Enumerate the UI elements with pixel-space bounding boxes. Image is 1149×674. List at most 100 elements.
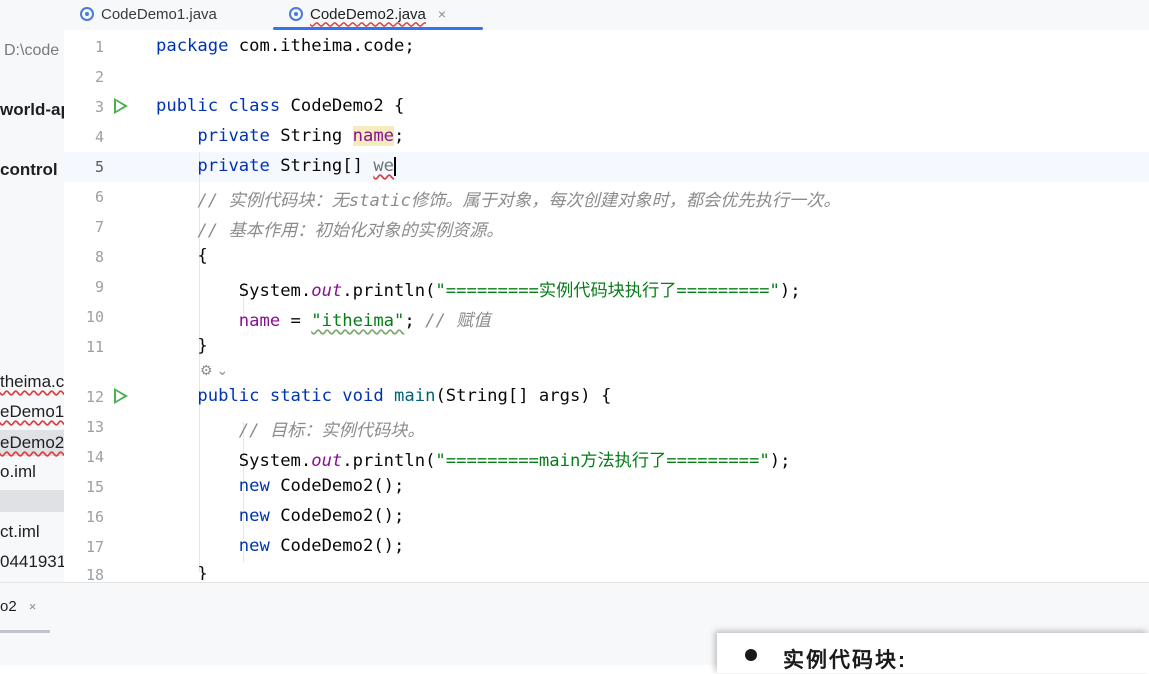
code-line-14[interactable]: System.out.println("=========main方法执行了==…	[156, 446, 791, 471]
slide-overlay: 实例代码块:	[717, 633, 1149, 673]
close-run-tab-icon[interactable]: ×	[29, 599, 37, 614]
keyword: package	[156, 36, 229, 56]
run-tab-label: o2	[0, 598, 17, 615]
close-tab-icon[interactable]: ×	[438, 6, 446, 22]
code-line-11[interactable]: }	[156, 336, 208, 356]
code-text: String[]	[269, 156, 374, 176]
code-line-6[interactable]: // 实例代码块：无static修饰。属于对象，每次创建对象时，都会优先执行一次…	[156, 186, 841, 211]
code-text: }	[197, 336, 208, 356]
tab-codedemo2[interactable]: CodeDemo2.java ×	[289, 0, 446, 28]
line-number: 5	[94, 158, 104, 176]
tab-label: CodeDemo1.java	[101, 5, 217, 23]
line-number: 15	[85, 478, 104, 496]
line-number: 13	[85, 418, 104, 436]
code-line-5[interactable]: private String[] we	[156, 156, 397, 176]
code-line-15[interactable]: new CodeDemo2();	[156, 476, 405, 496]
code-text: );	[779, 281, 801, 301]
method-name: main	[394, 386, 436, 406]
code-text: CodeDemo2 {	[280, 96, 405, 116]
static-field: out	[311, 281, 343, 301]
code-line-1[interactable]: package com.itheima.code;	[156, 36, 415, 56]
string-literal: "=========实例代码块执行了========="	[435, 281, 780, 301]
run-main-icon[interactable]	[114, 388, 128, 404]
keyword: private	[197, 126, 270, 146]
code-line-4[interactable]: private String name;	[156, 126, 404, 146]
line-number: 4	[94, 128, 104, 146]
project-item-package[interactable]: control	[0, 160, 58, 180]
text-caret	[394, 156, 397, 176]
active-tab-indicator	[273, 27, 483, 30]
code-text: String	[269, 126, 353, 146]
line-number: 9	[94, 278, 104, 296]
java-class-icon	[289, 7, 303, 21]
tab-codedemo1[interactable]: CodeDemo1.java	[80, 0, 217, 28]
run-class-icon[interactable]	[114, 98, 128, 114]
line-number: 8	[94, 248, 104, 266]
code-line-16[interactable]: new CodeDemo2();	[156, 506, 405, 526]
project-item-codedemo2[interactable]: eDemo2	[0, 430, 64, 456]
comment: // 目标：实例代码块。	[238, 421, 425, 441]
code-vision-hint[interactable]: ⚙ ⌄	[200, 362, 228, 379]
project-item-blank-selected	[0, 490, 64, 512]
line-number: 3	[94, 98, 104, 116]
code-line-9[interactable]: System.out.println("=========实例代码块执行了===…	[156, 276, 801, 301]
typing-text: we	[373, 156, 395, 176]
comment: // 赋值	[425, 311, 491, 331]
java-class-icon	[80, 7, 94, 21]
project-item-number[interactable]: 04419318	[0, 552, 64, 572]
comment: // 实例代码块：无static修饰。属于对象，每次创建对象时，都会优先执行一次…	[197, 191, 841, 211]
bullet-icon	[745, 649, 757, 661]
code-line-17[interactable]: new CodeDemo2();	[156, 536, 405, 556]
line-number: 16	[85, 508, 104, 526]
keyword: private	[197, 156, 270, 176]
code-text: .println(	[342, 281, 436, 301]
code-text: ;	[394, 126, 405, 146]
code-text: }	[197, 564, 208, 580]
project-panel: D:\code world-ap control theima.co eDemo…	[0, 30, 64, 582]
project-item-iml[interactable]: o.iml	[0, 462, 36, 482]
string-literal: "itheima"	[311, 311, 405, 331]
line-number: 14	[85, 448, 104, 466]
project-item-package-itheima[interactable]: theima.co	[0, 372, 64, 392]
code-line-10[interactable]: name = "itheima"; // 赋值	[156, 306, 491, 331]
string-literal: "=========main方法执行了========="	[435, 451, 770, 471]
keyword: new	[238, 536, 270, 556]
code-line-13[interactable]: // 目标：实例代码块。	[156, 416, 425, 441]
code-line-8[interactable]: {	[156, 246, 208, 266]
code-text: ;	[404, 311, 426, 331]
run-tab-indicator	[0, 630, 50, 633]
run-tab[interactable]: o2 ×	[0, 598, 36, 615]
project-item-project-iml[interactable]: ct.iml	[0, 522, 40, 542]
code-line-3[interactable]: public class CodeDemo2 {	[156, 96, 404, 116]
code-line-18[interactable]: }	[156, 564, 208, 580]
code-text: com.itheima.code;	[228, 36, 415, 56]
code-text: );	[769, 451, 791, 471]
line-number: 11	[85, 338, 104, 356]
code-text: System.	[238, 281, 312, 301]
line-number: 2	[94, 68, 104, 86]
field-name: name	[238, 311, 281, 331]
code-text: CodeDemo2();	[269, 536, 405, 556]
code-text: .println(	[342, 451, 436, 471]
keyword: new	[238, 506, 270, 526]
line-number: 18	[85, 566, 104, 580]
slide-title: 实例代码块:	[783, 649, 907, 672]
code-text: =	[280, 311, 312, 331]
keyword: public class	[156, 96, 281, 116]
line-number: 17	[85, 538, 104, 556]
code-line-12[interactable]: public static void main(String[] args) {	[156, 386, 611, 406]
field-name: name	[352, 126, 395, 146]
line-number: 6	[94, 188, 104, 206]
keyword: public static void	[197, 386, 384, 406]
code-text: CodeDemo2();	[269, 476, 405, 496]
tab-label: CodeDemo2.java	[310, 5, 426, 23]
project-item-module[interactable]: world-ap	[0, 100, 64, 120]
code-text: {	[197, 246, 208, 266]
project-path: D:\code	[4, 42, 60, 59]
line-number: 1	[94, 38, 104, 56]
code-line-7[interactable]: // 基本作用：初始化对象的实例资源。	[156, 216, 503, 241]
code-text: CodeDemo2();	[269, 506, 405, 526]
editor-tab-bar: CodeDemo1.java CodeDemo2.java ×	[0, 0, 1149, 30]
project-item-codedemo1[interactable]: eDemo1	[0, 402, 64, 422]
